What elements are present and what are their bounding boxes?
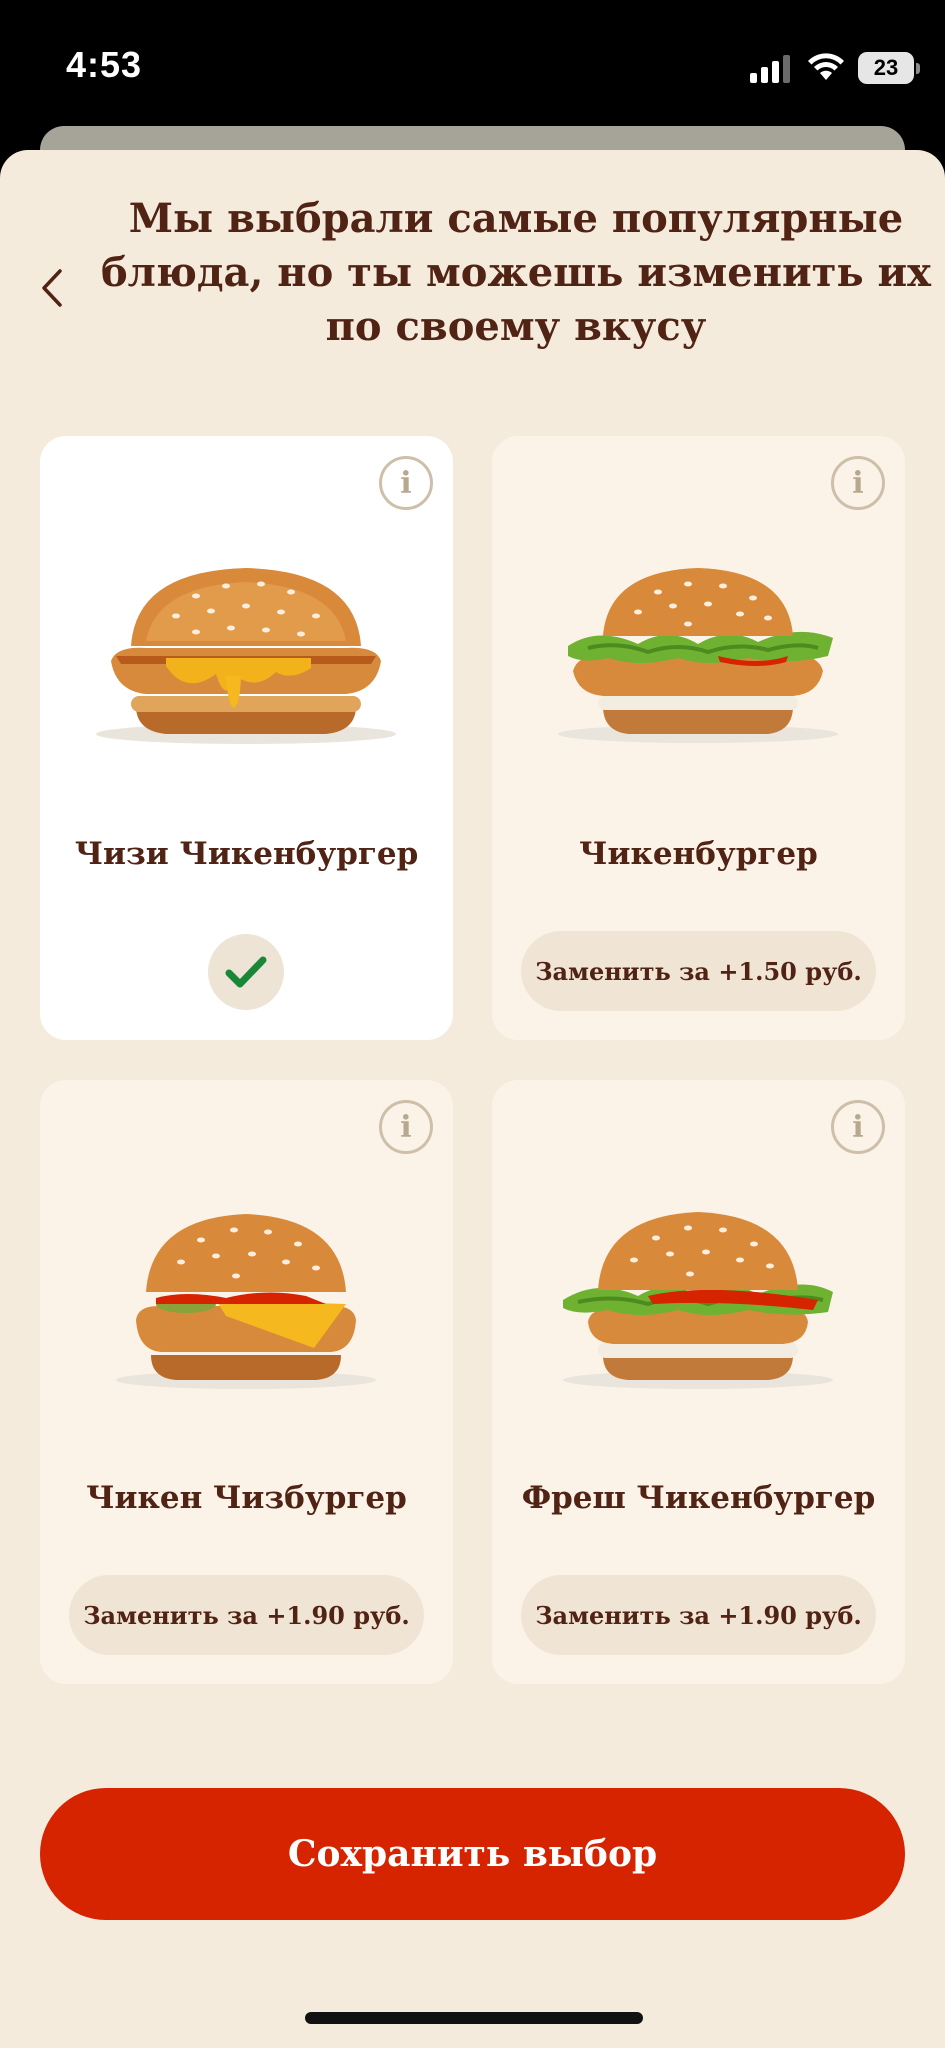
chevron-left-icon <box>42 269 62 307</box>
info-icon[interactable]: i <box>831 456 885 510</box>
info-icon[interactable]: i <box>379 1100 433 1154</box>
card-cheesy-chickenburger[interactable]: i Чизи Чикенбургер <box>40 436 453 1040</box>
status-bar: 4:53 23 <box>0 0 945 140</box>
burger-name: Чикенбургер <box>579 836 818 872</box>
page-title: Мы выбрали самые популярные блюда, но ты… <box>100 195 932 350</box>
card-chickenburger[interactable]: i Чикенбургер Заменить за +1.50 руб. <box>492 436 905 1040</box>
burger-name: Фреш Чикенбургер <box>521 1480 876 1516</box>
wifi-icon <box>808 53 844 80</box>
swap-button[interactable]: Заменить за +1.50 руб. <box>521 931 876 1011</box>
signal-icon <box>750 55 790 83</box>
save-choice-button[interactable]: Сохранить выбор <box>40 1788 905 1920</box>
choice-sheet: Мы выбрали самые популярные блюда, но ты… <box>0 150 945 2048</box>
battery-icon: 23 <box>858 52 920 84</box>
status-time: 4:53 <box>66 44 143 85</box>
swap-button[interactable]: Заменить за +1.90 руб. <box>521 1575 876 1655</box>
home-indicator <box>305 2012 643 2024</box>
info-icon[interactable]: i <box>379 456 433 510</box>
burger-image <box>96 568 396 744</box>
checkmark-icon <box>225 956 267 988</box>
swap-button[interactable]: Заменить за +1.90 руб. <box>69 1575 424 1655</box>
burger-name: Чикен Чизбургер <box>86 1480 407 1516</box>
burger-image <box>116 1214 376 1389</box>
info-icon[interactable]: i <box>831 1100 885 1154</box>
back-button[interactable] <box>30 244 74 332</box>
card-chicken-cheeseburger[interactable]: i Чикен Чизбургер Заменить за +1.90 руб. <box>40 1080 453 1684</box>
selected-badge <box>208 934 284 1010</box>
burger-image <box>563 1212 833 1389</box>
battery-level: 23 <box>873 55 899 80</box>
card-fresh-chickenburger[interactable]: i Фреш Чикенбургер Заменить за +1.90 руб… <box>492 1080 905 1684</box>
burger-name: Чизи Чикенбургер <box>74 836 419 872</box>
burger-image <box>558 568 838 743</box>
